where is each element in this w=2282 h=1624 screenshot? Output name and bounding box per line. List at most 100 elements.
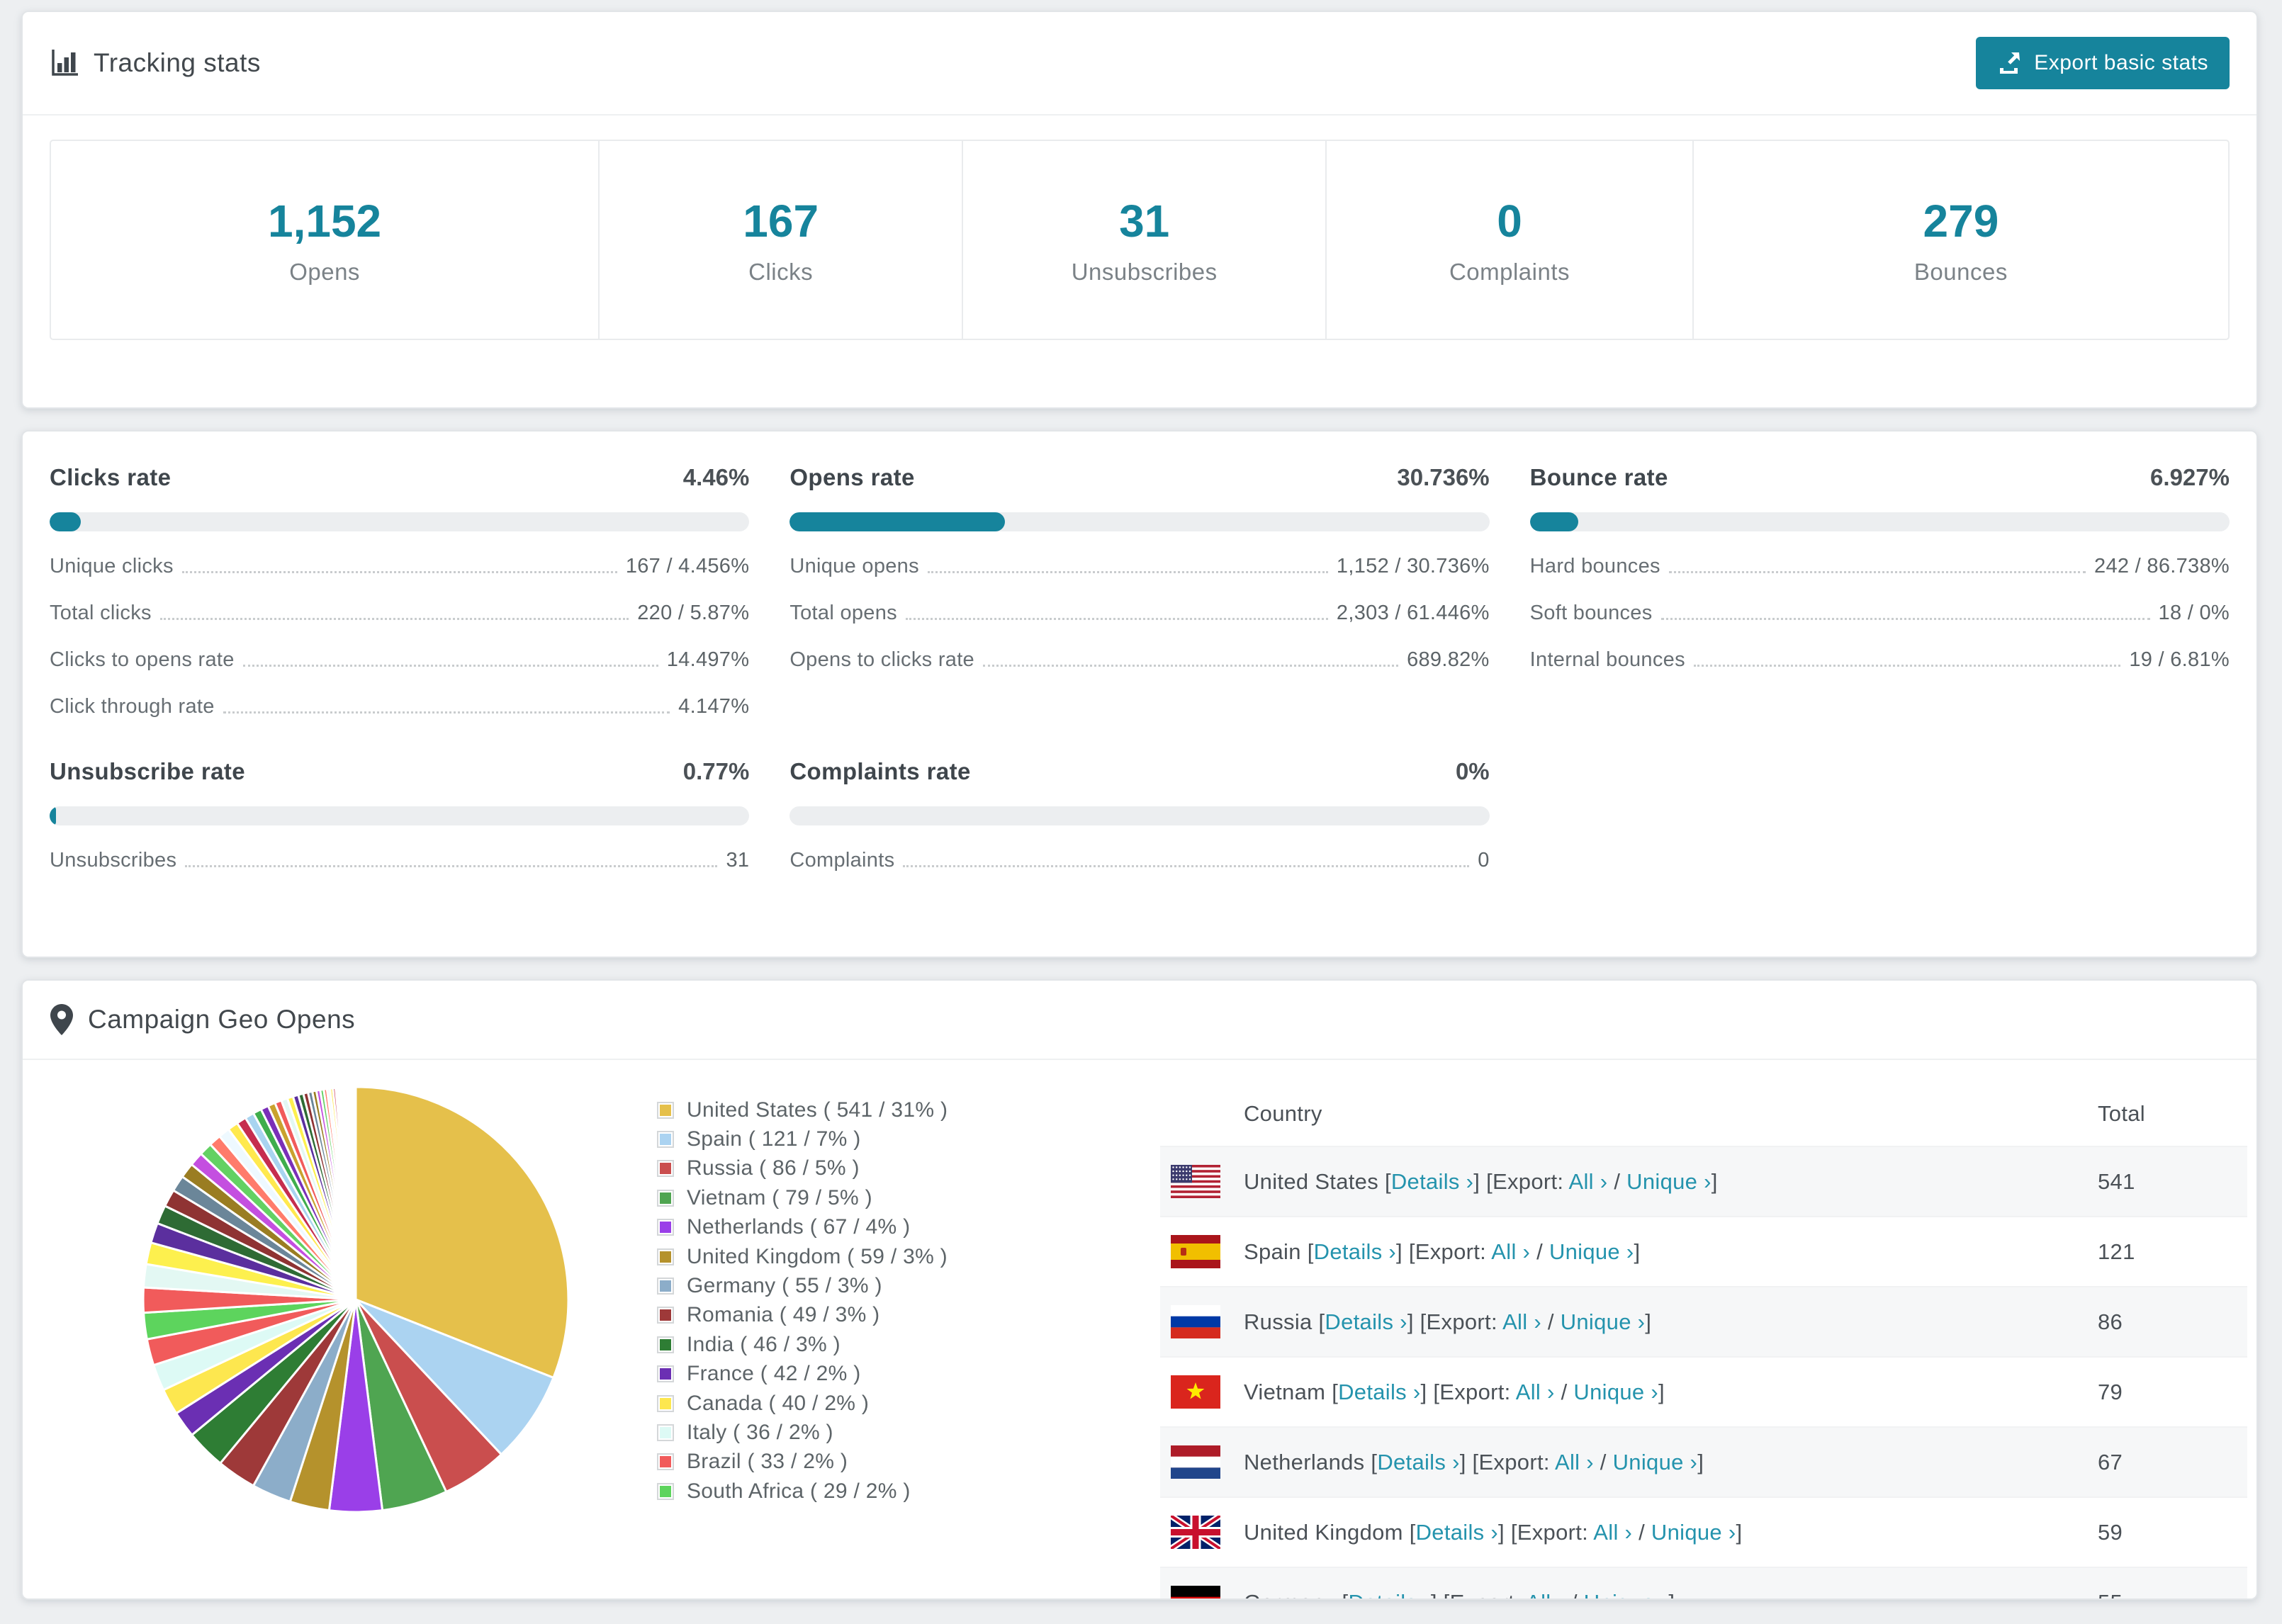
country-cell: United States [Details ›] [Export: All ›… bbox=[1244, 1168, 1718, 1194]
country-name: Russia bbox=[1244, 1309, 1313, 1334]
progress-bar-fill bbox=[50, 512, 82, 531]
legend-label: United Kingdom ( 59 / 3% ) bbox=[687, 1244, 948, 1268]
legend-item[interactable]: Germany ( 55 / 3% ) bbox=[657, 1271, 948, 1300]
legend-label: Canada ( 40 / 2% ) bbox=[687, 1391, 870, 1415]
rates-row-1: Clicks rate 4.46% Unique clicks 167 / 4.… bbox=[50, 464, 2230, 718]
export-unique-link[interactable]: Unique › bbox=[1573, 1380, 1658, 1404]
stat-label: Clicks bbox=[748, 258, 814, 285]
country-cell: United Kingdom [Details ›] [Export: All … bbox=[1244, 1519, 1743, 1545]
country-name: Netherlands bbox=[1244, 1449, 1365, 1474]
rate-block: Opens rate 30.736% Unique opens 1,152 / … bbox=[789, 464, 1490, 718]
export-all-link[interactable]: All › bbox=[1516, 1380, 1555, 1404]
legend-label: Spain ( 121 / 7% ) bbox=[687, 1127, 861, 1151]
rate-detail-row: Clicks to opens rate 14.497% bbox=[50, 648, 749, 672]
export-button-label: Export basic stats bbox=[2034, 51, 2208, 74]
legend-label: Netherlands ( 67 / 4% ) bbox=[687, 1215, 911, 1239]
legend-item[interactable]: Russia ( 86 / 5% ) bbox=[657, 1154, 948, 1183]
table-header-row: Country Total bbox=[1160, 1082, 2247, 1146]
details-link[interactable]: Details › bbox=[1377, 1450, 1459, 1474]
export-all-link[interactable]: All › bbox=[1593, 1520, 1632, 1545]
legend-item[interactable]: Romania ( 49 / 3% ) bbox=[657, 1301, 948, 1330]
stat-label: Complaints bbox=[1449, 258, 1570, 285]
rate-detail-row: Unique opens 1,152 / 30.736% bbox=[789, 555, 1489, 578]
rate-detail-label: Soft bounces bbox=[1529, 602, 1653, 624]
page-title: Tracking stats bbox=[94, 48, 261, 77]
export-unique-link[interactable]: Unique › bbox=[1549, 1239, 1634, 1264]
legend-item[interactable]: Vietnam ( 79 / 5% ) bbox=[657, 1183, 948, 1212]
legend-item[interactable]: Spain ( 121 / 7% ) bbox=[657, 1124, 948, 1154]
export-all-link[interactable]: All › bbox=[1555, 1450, 1594, 1474]
rate-title: Unsubscribe rate bbox=[50, 758, 245, 784]
export-all-link[interactable]: All › bbox=[1569, 1169, 1608, 1194]
rate-detail-label: Unique opens bbox=[789, 555, 919, 577]
rate-detail-value: 18 / 0% bbox=[2158, 602, 2230, 624]
stat-value: 279 bbox=[1923, 195, 1999, 247]
legend-label: United States ( 541 / 31% ) bbox=[687, 1098, 948, 1122]
rate-block: Clicks rate 4.46% Unique clicks 167 / 4.… bbox=[50, 464, 750, 718]
export-all-link[interactable]: All › bbox=[1502, 1309, 1541, 1334]
export-unique-link[interactable]: Unique › bbox=[1584, 1590, 1669, 1599]
geo-opens-pie-chart[interactable] bbox=[136, 1080, 575, 1519]
geo-body: United States ( 541 / 31% ) Spain ( 121 … bbox=[23, 1060, 2256, 1598]
details-link[interactable]: Details › bbox=[1325, 1309, 1407, 1334]
stat-label: Bounces bbox=[1913, 258, 2008, 285]
legend-swatch-icon bbox=[657, 1160, 674, 1178]
stat-box-opens: 1,152 Opens bbox=[51, 141, 600, 339]
rate-block: Complaints rate 0% Complaints 0 bbox=[789, 758, 1490, 872]
details-link[interactable]: Details › bbox=[1416, 1520, 1498, 1545]
legend-item[interactable]: France ( 42 / 2% ) bbox=[657, 1360, 948, 1389]
dotted-leader bbox=[185, 865, 718, 867]
legend-swatch-icon bbox=[657, 1131, 674, 1149]
legend-item[interactable]: Netherlands ( 67 / 4% ) bbox=[657, 1213, 948, 1242]
rate-percent: 4.46% bbox=[682, 464, 750, 490]
rate-detail-label: Clicks to opens rate bbox=[50, 648, 235, 671]
progress-bar bbox=[1529, 512, 2230, 531]
geo-opens-table: Country Total United States [Details ›] … bbox=[1160, 1082, 2247, 1599]
rate-detail-value: 4.147% bbox=[678, 695, 750, 718]
export-unique-link[interactable]: Unique › bbox=[1651, 1520, 1736, 1545]
rate-title: Opens rate bbox=[789, 464, 915, 490]
dotted-leader bbox=[1660, 618, 2150, 620]
export-icon bbox=[1997, 50, 2023, 76]
rate-detail-label: Total clicks bbox=[50, 602, 152, 624]
details-link[interactable]: Details › bbox=[1348, 1590, 1430, 1599]
rate-detail-label: Unsubscribes bbox=[50, 849, 177, 872]
details-link[interactable]: Details › bbox=[1314, 1239, 1396, 1264]
legend-item[interactable]: Canada ( 40 / 2% ) bbox=[657, 1389, 948, 1418]
legend-item[interactable]: Brazil ( 33 / 2% ) bbox=[657, 1448, 948, 1477]
country-name: Vietnam bbox=[1244, 1379, 1326, 1404]
table-row: United States [Details ›] [Export: All ›… bbox=[1160, 1146, 2247, 1216]
dotted-leader bbox=[181, 571, 617, 573]
legend-swatch-icon bbox=[657, 1423, 674, 1441]
rate-detail-row: Internal bounces 19 / 6.81% bbox=[1530, 648, 2230, 672]
export-all-link[interactable]: All › bbox=[1526, 1590, 1565, 1599]
export-unique-link[interactable]: Unique › bbox=[1626, 1169, 1712, 1194]
progress-bar-fill bbox=[50, 806, 56, 825]
export-all-link[interactable]: All › bbox=[1491, 1239, 1530, 1264]
table-row: Netherlands [Details ›] [Export: All › /… bbox=[1160, 1426, 2247, 1496]
legend-label: Brazil ( 33 / 2% ) bbox=[687, 1450, 848, 1474]
total-cell: 541 bbox=[2098, 1168, 2135, 1194]
export-unique-link[interactable]: Unique › bbox=[1561, 1309, 1646, 1334]
legend-label: South Africa ( 29 / 2% ) bbox=[687, 1479, 911, 1503]
progress-bar-fill bbox=[1529, 512, 1579, 531]
legend-swatch-icon bbox=[657, 1248, 674, 1265]
legend-item[interactable]: South Africa ( 29 / 2% ) bbox=[657, 1477, 948, 1506]
legend-swatch-icon bbox=[657, 1219, 674, 1236]
legend-item[interactable]: Italy ( 36 / 2% ) bbox=[657, 1418, 948, 1447]
export-basic-stats-button[interactable]: Export basic stats bbox=[1976, 37, 2230, 89]
legend-label: Germany ( 55 / 3% ) bbox=[687, 1274, 882, 1298]
country-cell: Vietnam [Details ›] [Export: All › / Uni… bbox=[1244, 1379, 1665, 1404]
legend-swatch-icon bbox=[657, 1482, 674, 1500]
country-cell: Russia [Details ›] [Export: All › / Uniq… bbox=[1244, 1309, 1652, 1334]
export-unique-link[interactable]: Unique › bbox=[1613, 1450, 1698, 1474]
legend-item[interactable]: India ( 46 / 3% ) bbox=[657, 1330, 948, 1359]
legend-swatch-icon bbox=[657, 1365, 674, 1383]
legend-item[interactable]: United States ( 541 / 31% ) bbox=[657, 1095, 948, 1124]
legend-swatch-icon bbox=[657, 1189, 674, 1207]
total-cell: 55 bbox=[2098, 1590, 2247, 1599]
details-link[interactable]: Details › bbox=[1338, 1380, 1420, 1404]
legend-item[interactable]: United Kingdom ( 59 / 3% ) bbox=[657, 1242, 948, 1271]
details-link[interactable]: Details › bbox=[1391, 1169, 1473, 1194]
rate-detail-row: Opens to clicks rate 689.82% bbox=[789, 648, 1489, 672]
